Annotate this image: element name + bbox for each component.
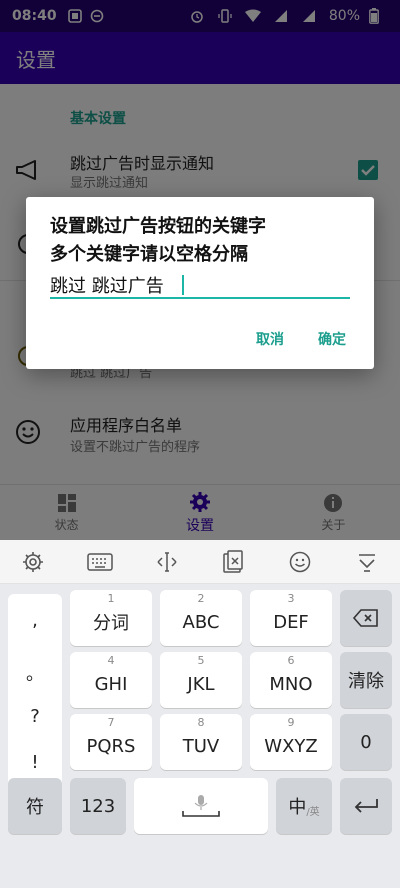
zero-key[interactable]: 0 [340,714,392,770]
keyword-input[interactable] [50,273,350,299]
key-label: WXYZ [264,735,318,757]
symbol-label: 符 [26,797,44,818]
cursor-move-icon[interactable] [154,549,180,575]
language-key[interactable]: 中 /英 [276,778,332,834]
key-label: 分词 [93,613,129,634]
key-5[interactable]: 5 JKL [160,652,242,708]
key-9[interactable]: 9 WXYZ [250,714,332,770]
enter-key[interactable] [340,778,392,834]
key-label: DEF [273,611,309,633]
keyboard-settings-icon[interactable] [20,549,46,575]
numeric-label: 123 [80,795,116,817]
backspace-icon [352,609,378,627]
text-caret [182,275,184,295]
confirm-button[interactable]: 确定 [318,329,346,349]
language-main: 中 [288,797,307,818]
key-label: MNO [269,673,313,695]
keyword-dialog: 设置跳过广告按钮的关键字 多个关键字请以空格分隔 取消 确定 [26,197,374,369]
key-label: JKL [187,673,215,695]
backspace-key[interactable] [340,590,392,646]
symbol-key[interactable]: 符 [8,778,62,834]
key-6[interactable]: 6 MNO [250,652,332,708]
key-label: GHI [94,673,128,695]
key-label: ABC [182,611,220,633]
keyboard-toolbar [0,540,400,584]
clipboard-icon[interactable] [220,549,246,575]
dialog-title-line1: 设置跳过广告按钮的关键字 [50,216,266,237]
key-8[interactable]: 8 TUV [160,714,242,770]
dialog-title-line2: 多个关键字请以空格分隔 [50,244,248,265]
clear-key[interactable]: 清除 [340,652,392,708]
enter-icon [354,799,378,813]
t9-keyboard: , 。 ? ! 1 分词 2 ABC 3 DEF 4 GHI 5 JKL 6 M… [0,584,400,888]
clear-label: 清除 [348,671,384,692]
key-label: TUV [182,735,220,757]
cancel-button[interactable]: 取消 [256,329,284,349]
emoji-icon[interactable] [287,549,313,575]
punctuation-period[interactable]: 。 [8,660,62,686]
key-4[interactable]: 4 GHI [70,652,152,708]
punctuation-exclaim[interactable]: ! [8,752,62,773]
punctuation-comma[interactable]: , [8,610,62,631]
keyboard-layout-icon[interactable] [87,549,113,575]
key-label: PQRS [86,735,136,757]
key-2[interactable]: 2 ABC [160,590,242,646]
numeric-key[interactable]: 123 [70,778,126,834]
punctuation-column: , 。 ? ! [8,594,62,800]
zero-label: 0 [360,731,372,753]
key-1[interactable]: 1 分词 [70,590,152,646]
key-3[interactable]: 3 DEF [250,590,332,646]
mic-space-icon [182,795,220,817]
punctuation-question[interactable]: ? [8,706,62,727]
dialog-title: 设置跳过广告按钮的关键字 多个关键字请以空格分隔 [50,213,360,269]
hide-keyboard-icon[interactable] [354,549,380,575]
space-key[interactable] [134,778,268,834]
key-7[interactable]: 7 PQRS [70,714,152,770]
language-sub: /英 [306,806,320,818]
